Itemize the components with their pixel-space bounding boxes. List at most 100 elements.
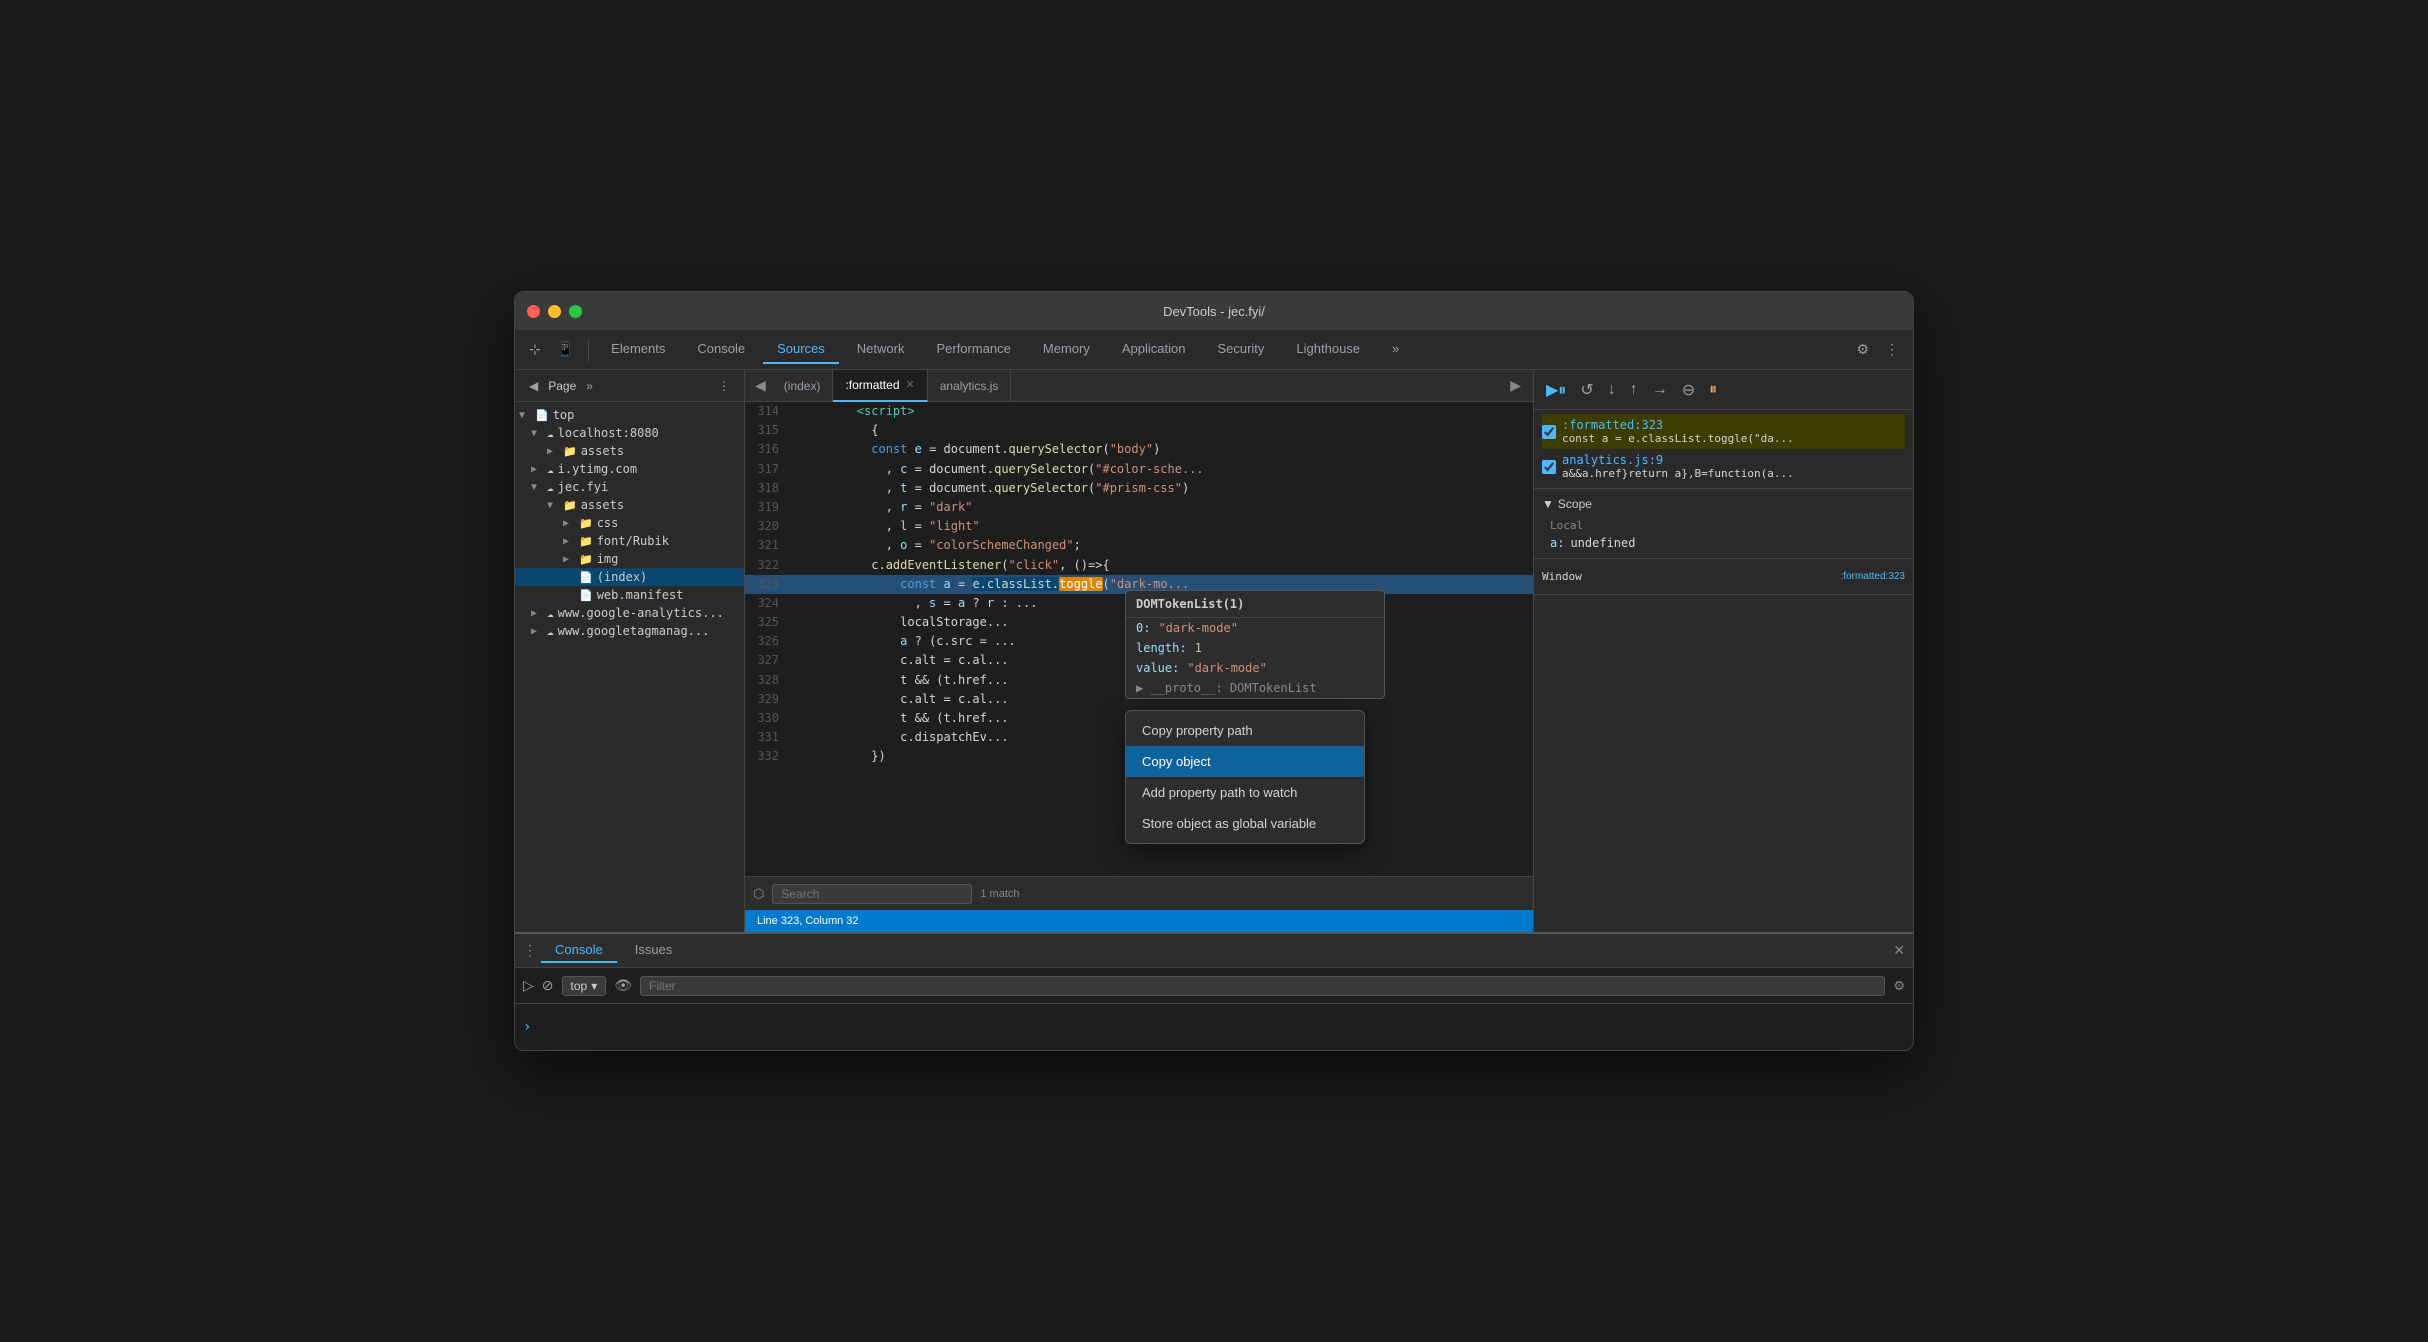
tree-item-jecfyi[interactable]: ▼ ☁ jec.fyi [515,478,744,496]
call-stack-section: Window :formatted:323 [1534,559,1913,595]
line-num-323: 323 [745,575,795,594]
tab-security[interactable]: Security [1203,335,1278,364]
code-line-319: 319 , r = "dark" [745,498,1533,517]
console-options-icon[interactable]: ⋮ [523,942,537,959]
code-line-318: 318 , t = document.querySelector("#prism… [745,479,1533,498]
sidebar-nav-left[interactable]: ◀ [523,375,544,397]
chevron-down-icon: ▾ [591,979,597,993]
tree-item-localhost[interactable]: ▼ ☁ localhost:8080 [515,424,744,442]
bottom-console-panel: ⋮ Console Issues ✕ ▷ ⊘ top ▾ 👁 ⚙ › [515,932,1913,1050]
settings-icon[interactable]: ⚙ [1850,337,1875,362]
tree-item-img[interactable]: ▶ 📁 img [515,550,744,568]
breakpoints-section: :formatted:323 const a = e.classList.tog… [1534,410,1913,489]
console-settings-icon[interactable]: ⚙ [1893,978,1905,994]
tree-item-gtm[interactable]: ▶ ☁ www.googletagmanag... [515,622,744,640]
editor-tab-index[interactable]: (index) [772,370,834,402]
tree-item-index[interactable]: 📄 (index) [515,568,744,586]
tab-application[interactable]: Application [1108,335,1200,364]
tab-console[interactable]: Console [683,335,759,364]
editor-tab-formatted[interactable]: :formatted ✕ [833,370,927,402]
more-options-icon[interactable]: ⋮ [1879,337,1905,362]
console-tab-console[interactable]: Console [541,938,617,963]
editor-tab-formatted-label: :formatted [845,378,899,392]
debugger-toolbar: ▶⏸ ↺ ↓ ↑ → ⊖ ⏸ [1534,370,1913,410]
step-into-icon[interactable]: ↓ [1604,379,1620,401]
tree-arrow-css: ▶ [563,518,579,529]
tab-more[interactable]: » [1378,335,1413,364]
tab-network[interactable]: Network [843,335,919,364]
editor-tab-nav-left[interactable]: ◀ [749,377,772,394]
folder-icon-img: 📁 [579,553,593,566]
tab-memory[interactable]: Memory [1029,335,1104,364]
close-console-icon[interactable]: ✕ [1893,942,1905,959]
console-filter-input[interactable] [640,976,1885,996]
tree-item-manifest[interactable]: 📄 web.manifest [515,586,744,604]
traffic-lights [527,305,582,318]
tree-item-assets-local[interactable]: ▶ 📁 assets [515,442,744,460]
tree-item-font[interactable]: ▶ 📁 font/Rubik [515,532,744,550]
toolbar-divider [588,338,589,362]
console-top-dropdown[interactable]: top ▾ [562,976,607,996]
tree-item-top[interactable]: ▼ 📄 top [515,406,744,424]
tree-item-ytimg[interactable]: ▶ ☁ i.ytimg.com [515,460,744,478]
pause-on-exceptions-icon[interactable]: ⏸ [1705,379,1721,401]
minimize-button[interactable] [548,305,561,318]
tab-performance[interactable]: Performance [922,335,1024,364]
tree-label-css: css [597,516,740,530]
tooltip-row-proto: ▶ __proto__: DOMTokenList [1126,678,1384,698]
step-icon[interactable]: → [1648,379,1672,401]
tab-sources[interactable]: Sources [763,335,839,364]
device-toggle-icon[interactable]: 📱 [551,337,580,362]
cloud-icon-jecfyi: ☁ [547,481,554,494]
tree-item-ganalytics[interactable]: ▶ ☁ www.google-analytics... [515,604,744,622]
resume-icon[interactable]: ▶⏸ [1542,378,1570,402]
breakpoint-2-checkbox[interactable] [1542,460,1556,474]
tab-elements[interactable]: Elements [597,335,679,364]
tree-item-assets-jec[interactable]: ▼ 📁 assets [515,496,744,514]
line-num-324: 324 [745,594,795,613]
line-content-316: const e = document.querySelector("body") [795,440,1533,459]
inspect-icon[interactable]: ⊹ [523,337,547,362]
editor-tab-analytics[interactable]: analytics.js [928,370,1012,402]
tree-arrow-assets-jec: ▼ [547,500,563,511]
breakpoint-1-info: :formatted:323 const a = e.classList.tog… [1562,418,1794,445]
tree-arrow-assets: ▶ [547,446,563,457]
tree-item-css[interactable]: ▶ 📁 css [515,514,744,532]
code-line-321: 321 , o = "colorSchemeChanged"; [745,536,1533,555]
tree-label-localhost: localhost:8080 [558,426,740,440]
editor-tab-right-nav[interactable]: ▶ [1502,377,1529,394]
console-run-icon[interactable]: ▷ [523,977,534,994]
line-num-332: 332 [745,747,795,766]
sidebar-options[interactable]: ⋮ [712,375,736,397]
code-line-320: 320 , l = "light" [745,517,1533,536]
tooltip-key-length: length: [1136,641,1187,655]
tab-lighthouse[interactable]: Lighthouse [1282,335,1374,364]
maximize-button[interactable] [569,305,582,318]
console-eye-icon[interactable]: 👁 [614,977,632,994]
step-over-icon[interactable]: ↺ [1576,378,1597,402]
close-button[interactable] [527,305,540,318]
tree-arrow-top: ▼ [519,410,535,421]
line-content-320: , l = "light" [795,517,1533,536]
debugger-right-panel-content: :formatted:323 const a = e.classList.tog… [1534,410,1913,932]
line-num-318: 318 [745,479,795,498]
call-stack-row: Window :formatted:323 [1542,563,1905,590]
context-menu-copy-path[interactable]: Copy property path [1126,715,1364,746]
context-menu-copy-object[interactable]: Copy object [1126,746,1364,777]
sidebar-more[interactable]: » [580,375,599,397]
tooltip-key-value: value: [1136,661,1179,675]
step-out-icon[interactable]: ↑ [1626,379,1642,401]
console-clear-icon[interactable]: ⊘ [542,977,554,994]
scope-header[interactable]: ▼ Scope [1534,493,1913,515]
context-menu-store-global[interactable]: Store object as global variable [1126,808,1364,839]
console-tab-issues[interactable]: Issues [621,938,687,963]
context-menu-add-watch[interactable]: Add property path to watch [1126,777,1364,808]
editor-tab-close-icon[interactable]: ✕ [906,378,915,391]
search-input[interactable] [772,884,972,904]
deactivate-breakpoints-icon[interactable]: ⊖ [1678,378,1699,402]
tree-label-top: top [553,408,740,422]
cloud-icon-ganalytics: ☁ [547,607,554,620]
breakpoint-2-code: a&&a.href}return a},B=function(a... [1562,467,1794,480]
breakpoint-1-checkbox[interactable] [1542,425,1556,439]
tree-label-index: (index) [597,570,740,584]
